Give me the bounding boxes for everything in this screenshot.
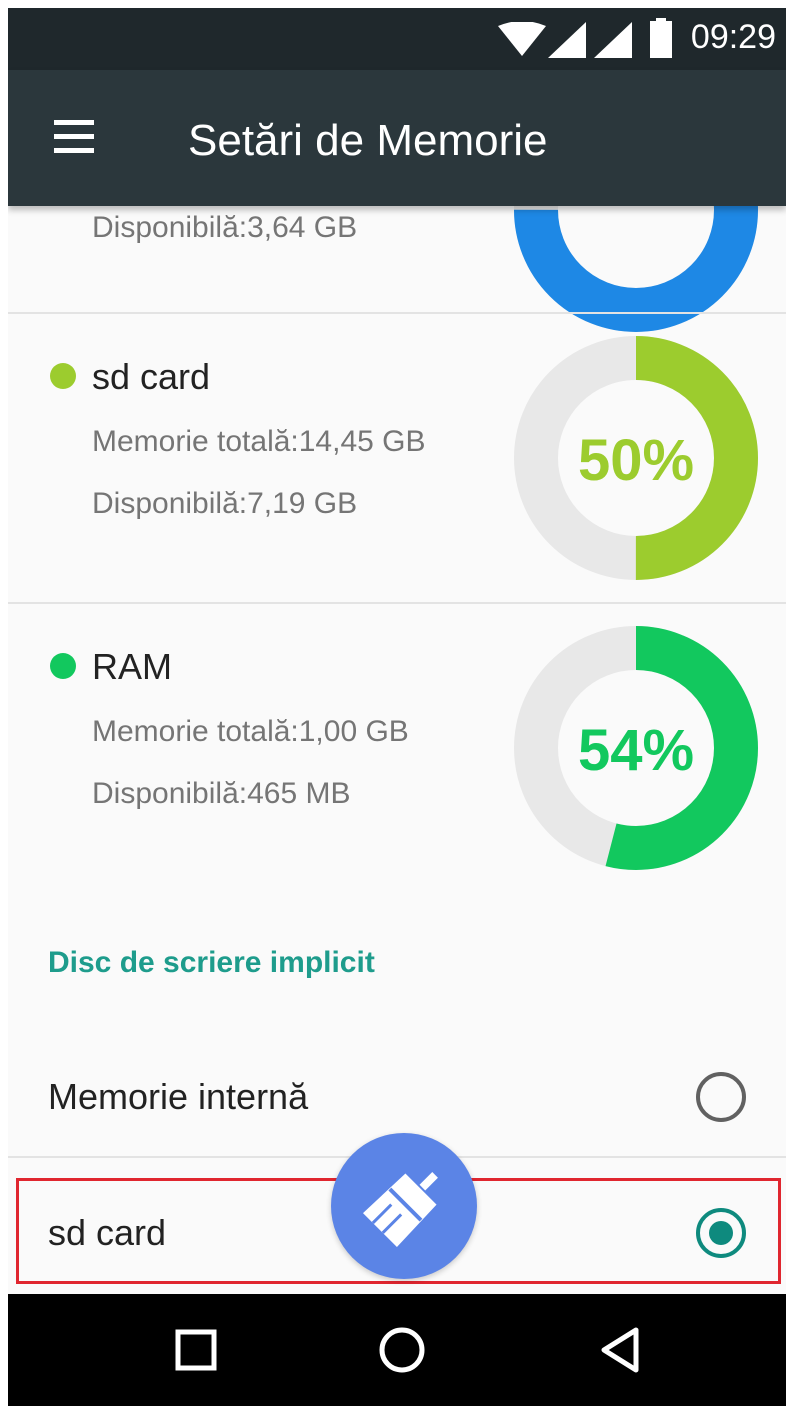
signal-icon	[594, 22, 632, 58]
ram-total: Memorie totală:1,00 GB	[92, 715, 409, 748]
ram-available: Disponibilă:465 MB	[92, 777, 351, 810]
sd-card-usage-donut: 50%	[514, 336, 758, 580]
sd_card-percent-label: 50%	[578, 428, 694, 493]
status-bar: 09:29	[8, 8, 786, 70]
radio-unchecked[interactable]	[696, 1072, 746, 1122]
screen: 09:29 Setări de Memorie Disponibilă:3,64…	[8, 8, 786, 1406]
option-label: Memorie internă	[48, 1076, 309, 1117]
back-triangle-icon[interactable]	[592, 1320, 652, 1380]
storage-item-sd-card[interactable]: sd card Memorie totală:14,45 GB Disponib…	[8, 314, 786, 602]
storage-item-internal[interactable]: Disponibilă:3,64 GB	[8, 206, 786, 332]
internal-available: Disponibilă:3,64 GB	[92, 211, 358, 244]
storage-item-ram[interactable]: RAM Memorie totală:1,00 GB Disponibilă:4…	[8, 604, 786, 892]
ram-name: RAM	[92, 646, 172, 687]
ram-percent-label: 54%	[578, 718, 694, 783]
sd-card-color-dot	[50, 363, 76, 389]
sd-card-name: sd card	[92, 356, 211, 397]
battery-icon	[650, 18, 672, 58]
clean-fab-button[interactable]	[331, 1133, 477, 1279]
storage-content[interactable]: Disponibilă:3,64 GB sd card Memorie tota…	[8, 206, 786, 1294]
recents-square-icon[interactable]	[166, 1320, 226, 1380]
system-nav-bar	[8, 1294, 786, 1406]
ram-usage-donut: 54%	[514, 626, 758, 870]
sd-card-total: Memorie totală:14,45 GB	[92, 425, 426, 458]
app-bar: Setări de Memorie	[8, 70, 786, 206]
internal-donut-used-arc	[514, 206, 758, 332]
home-circle-icon[interactable]	[372, 1320, 432, 1380]
menu-icon[interactable]	[50, 116, 100, 160]
page-title: Setări de Memorie	[188, 116, 548, 165]
clock: 09:29	[690, 18, 776, 56]
signal-icon	[548, 22, 586, 58]
broom-icon	[362, 1172, 438, 1248]
sd-card-available: Disponibilă:7,19 GB	[92, 487, 358, 520]
ram-color-dot	[50, 653, 76, 679]
wifi-icon	[498, 22, 546, 56]
option-label: sd card	[48, 1212, 167, 1253]
radio-checked[interactable]	[696, 1208, 746, 1258]
section-header-default-disk: Disc de scriere implicit	[48, 946, 375, 979]
